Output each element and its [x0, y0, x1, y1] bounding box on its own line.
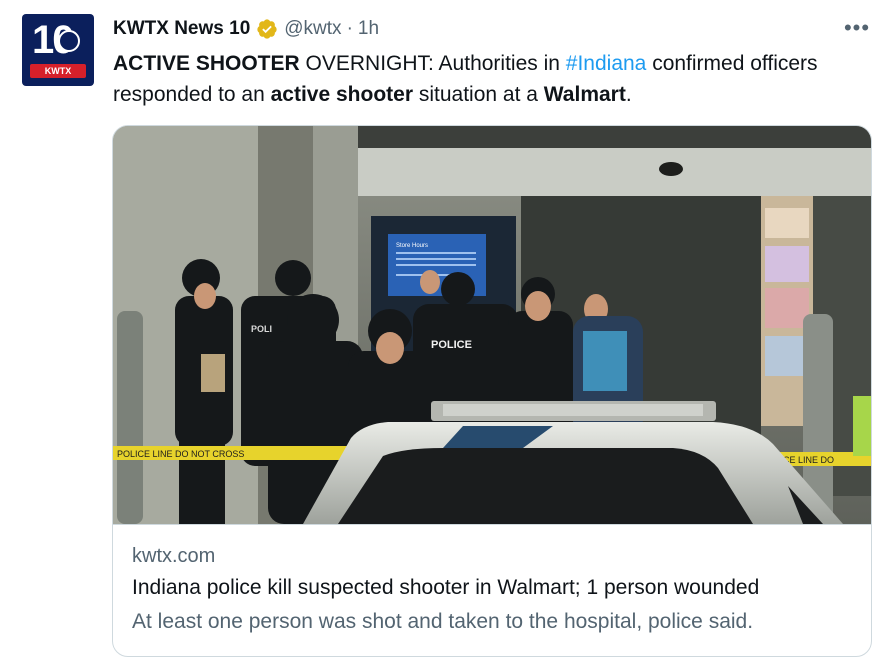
card-domain: kwtx.com	[132, 545, 216, 567]
tweet-text-bold-1: ACTIVE SHOOTER	[113, 52, 300, 75]
tape-text-left: POLICE LINE DO NOT CROSS	[117, 449, 244, 459]
tape-text-right: CE LINE DO	[783, 455, 834, 465]
tweet-timestamp[interactable]: 1h	[358, 18, 379, 40]
card-info[interactable]: kwtx.com Indiana police kill suspected s…	[113, 524, 871, 656]
news-photo[interactable]: Store Hours POLICE POLI POLICE LINE DO N…	[113, 126, 872, 524]
police-vest-label: POLICE	[431, 339, 472, 351]
account-name[interactable]: KWTX News 10	[113, 18, 250, 40]
card-title: Indiana police kill suspected shooter in…	[132, 576, 760, 599]
tweet-text: ACTIVE SHOOTER OVERNIGHT: Authorities in…	[113, 48, 833, 110]
card-description: At least one person was shot and taken t…	[132, 610, 754, 633]
tweet-text-7: .	[625, 83, 632, 106]
tweet-text-bold-2: active shooter	[270, 83, 414, 106]
tweet-text-2: OVERNIGHT: Authorities in	[299, 52, 566, 75]
tweet-text-5: situation at a	[413, 83, 544, 106]
account-handle[interactable]: @kwtx	[284, 18, 341, 40]
verified-badge-icon[interactable]	[256, 18, 278, 40]
link-card[interactable]: Store Hours POLICE POLI POLICE LINE DO N…	[112, 125, 872, 657]
hashtag-link[interactable]: #Indiana	[566, 52, 647, 75]
avatar-star-icon	[58, 30, 80, 52]
separator-dot: ·	[346, 18, 353, 39]
more-horizontal-icon[interactable]: •••	[844, 15, 869, 40]
police-patch-label: POLI	[251, 324, 272, 334]
avatar-logo-band: KWTX	[30, 64, 86, 78]
sign-title: Store Hours	[396, 243, 428, 249]
tweet-text-bold-3: Walmart	[543, 83, 626, 106]
tweet-header: KWTX News 10 @kwtx · 1h	[113, 16, 379, 42]
avatar[interactable]: 10 KWTX	[22, 14, 94, 86]
